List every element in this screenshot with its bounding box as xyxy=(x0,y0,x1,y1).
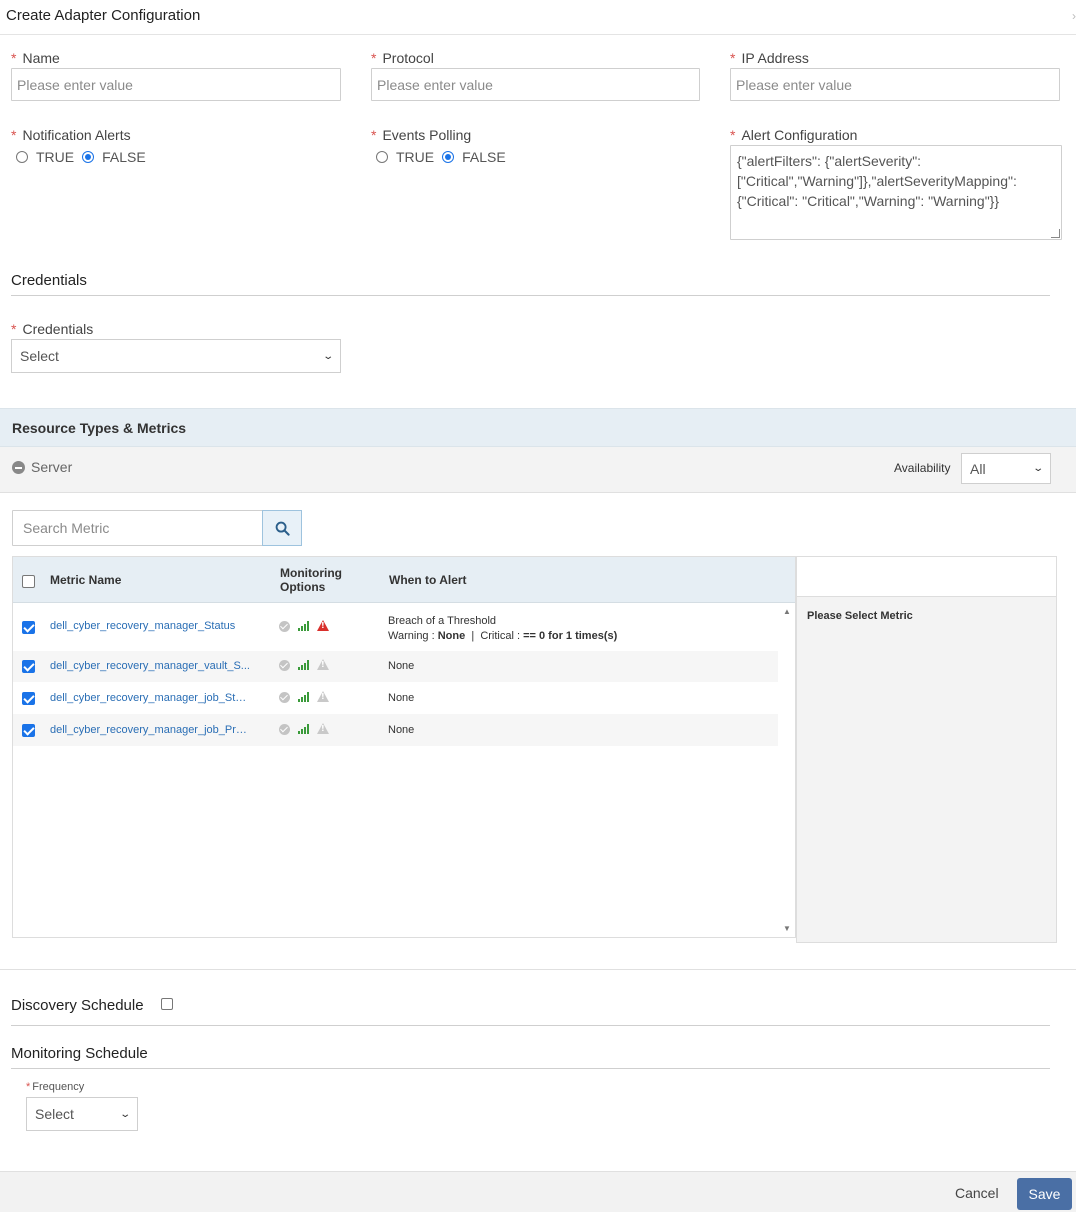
search-icon xyxy=(275,521,290,536)
check-circle-icon[interactable] xyxy=(279,724,290,735)
when-to-alert-text: Breach of a Threshold Warning : None | C… xyxy=(388,615,618,642)
required-marker: * xyxy=(11,321,17,337)
metric-name-link[interactable]: dell_cyber_recovery_manager_Status xyxy=(50,620,250,632)
resource-types-title: Resource Types & Metrics xyxy=(12,420,187,436)
required-marker: * xyxy=(11,50,17,66)
select-all-checkbox[interactable] xyxy=(22,575,35,588)
when-to-alert-text: None xyxy=(388,660,415,672)
events-polling-radio-group: TRUE FALSE xyxy=(376,149,514,165)
notification-alerts-false-radio[interactable] xyxy=(82,151,95,163)
required-marker: * xyxy=(730,127,736,143)
detail-panel-body: Please Select Metric xyxy=(797,597,1056,942)
collapse-minus-icon xyxy=(12,460,25,474)
section-divider xyxy=(0,969,1076,970)
metric-name-link[interactable]: dell_cyber_recovery_manager_job_Sta... xyxy=(50,692,250,704)
metric-name-link[interactable]: dell_cyber_recovery_manager_vault_S... xyxy=(50,660,250,672)
chevron-down-icon: ⌄ xyxy=(118,1108,131,1120)
protocol-label: * Protocol xyxy=(371,50,434,66)
check-circle-icon[interactable] xyxy=(279,621,290,632)
when-to-alert-text: None xyxy=(388,724,415,736)
cancel-button[interactable]: Cancel xyxy=(955,1185,999,1201)
warning-triangle-icon[interactable] xyxy=(317,723,329,734)
header-divider xyxy=(0,34,1076,35)
signal-bars-icon[interactable] xyxy=(298,660,310,670)
table-row[interactable]: dell_cyber_recovery_manager_job_Sta... N… xyxy=(13,682,778,714)
search-metric-input[interactable] xyxy=(12,510,263,546)
ip-address-label: * IP Address xyxy=(730,50,809,66)
discovery-schedule-checkbox[interactable] xyxy=(161,998,173,1010)
resize-grip-icon[interactable] xyxy=(1051,229,1060,238)
required-marker: * xyxy=(26,1081,31,1093)
signal-bars-icon[interactable] xyxy=(298,621,310,631)
column-header-when-to-alert: When to Alert xyxy=(389,573,467,587)
name-label: * Name xyxy=(11,50,60,66)
check-circle-icon[interactable] xyxy=(279,660,290,671)
alert-configuration-textarea[interactable]: {"alertFilters": {"alertSeverity": ["Cri… xyxy=(730,145,1062,240)
notification-alerts-radio-group: TRUE FALSE xyxy=(16,149,154,165)
detail-placeholder-text: Please Select Metric xyxy=(807,610,913,622)
discovery-schedule-title: Discovery Schedule xyxy=(11,997,144,1014)
metric-detail-panel: Please Select Metric xyxy=(796,556,1057,943)
chevron-down-icon: ⌄ xyxy=(1031,463,1044,474)
close-chevron-icon[interactable]: › xyxy=(1072,9,1076,23)
frequency-select[interactable]: Select ⌄ xyxy=(26,1097,138,1131)
row-checkbox[interactable] xyxy=(22,660,35,673)
availability-label: Availability xyxy=(894,461,951,475)
credentials-select[interactable]: Select ⌄ xyxy=(11,339,341,373)
discovery-divider xyxy=(11,1025,1050,1026)
frequency-label: * Frequency xyxy=(26,1081,85,1093)
signal-bars-icon[interactable] xyxy=(298,692,310,702)
scroll-up-icon[interactable]: ▲ xyxy=(783,607,791,616)
chevron-down-icon: ⌄ xyxy=(321,350,334,362)
monitoring-schedule-title: Monitoring Schedule xyxy=(11,1045,148,1062)
required-marker: * xyxy=(730,50,736,66)
table-row[interactable]: dell_cyber_recovery_manager_vault_S... N… xyxy=(13,651,778,682)
monitoring-divider xyxy=(11,1068,1050,1069)
row-checkbox[interactable] xyxy=(22,621,35,634)
events-polling-true-radio[interactable] xyxy=(376,151,388,163)
warning-triangle-icon[interactable] xyxy=(317,620,329,631)
warning-triangle-icon[interactable] xyxy=(317,659,329,670)
grid-header: Metric Name Monitoring Options When to A… xyxy=(13,557,795,603)
server-group-toggle[interactable]: Server xyxy=(12,459,72,475)
scroll-down-icon[interactable]: ▼ xyxy=(783,924,791,933)
ip-address-input[interactable] xyxy=(730,68,1060,101)
row-checkbox[interactable] xyxy=(22,724,35,737)
required-marker: * xyxy=(371,127,377,143)
row-checkbox[interactable] xyxy=(22,692,35,705)
server-group-label: Server xyxy=(31,459,73,475)
dialog-title: Create Adapter Configuration xyxy=(6,7,201,24)
alert-configuration-label: * Alert Configuration xyxy=(730,127,858,143)
when-to-alert-text: None xyxy=(388,692,415,704)
name-input[interactable] xyxy=(11,68,341,101)
availability-select[interactable]: All ⌄ xyxy=(961,453,1051,484)
signal-bars-icon[interactable] xyxy=(298,724,310,734)
column-header-metric-name: Metric Name xyxy=(50,573,122,587)
warning-triangle-icon[interactable] xyxy=(317,691,329,702)
notification-alerts-label: * Notification Alerts xyxy=(11,127,131,143)
grid-scrollbar[interactable]: ▲ ▼ xyxy=(779,603,795,937)
credentials-label: * Credentials xyxy=(11,321,94,337)
table-row[interactable]: dell_cyber_recovery_manager_Status Breac… xyxy=(13,604,778,651)
metric-name-link[interactable]: dell_cyber_recovery_manager_job_Pro... xyxy=(50,724,250,736)
column-header-monitoring-options: Monitoring Options xyxy=(280,566,342,594)
dialog-footer xyxy=(0,1171,1076,1212)
required-marker: * xyxy=(371,50,377,66)
events-polling-false-radio[interactable] xyxy=(442,151,455,163)
notification-alerts-true-radio[interactable] xyxy=(16,151,28,163)
table-row[interactable]: dell_cyber_recovery_manager_job_Pro... N… xyxy=(13,714,778,746)
search-button[interactable] xyxy=(262,510,302,546)
protocol-input[interactable] xyxy=(371,68,700,101)
metrics-grid: Metric Name Monitoring Options When to A… xyxy=(12,556,796,938)
credentials-section-title: Credentials xyxy=(11,272,87,289)
credentials-divider xyxy=(11,295,1050,296)
required-marker: * xyxy=(11,127,17,143)
detail-panel-header xyxy=(797,557,1056,597)
events-polling-label: * Events Polling xyxy=(371,127,472,143)
save-button[interactable]: Save xyxy=(1017,1178,1072,1210)
check-circle-icon[interactable] xyxy=(279,692,290,703)
